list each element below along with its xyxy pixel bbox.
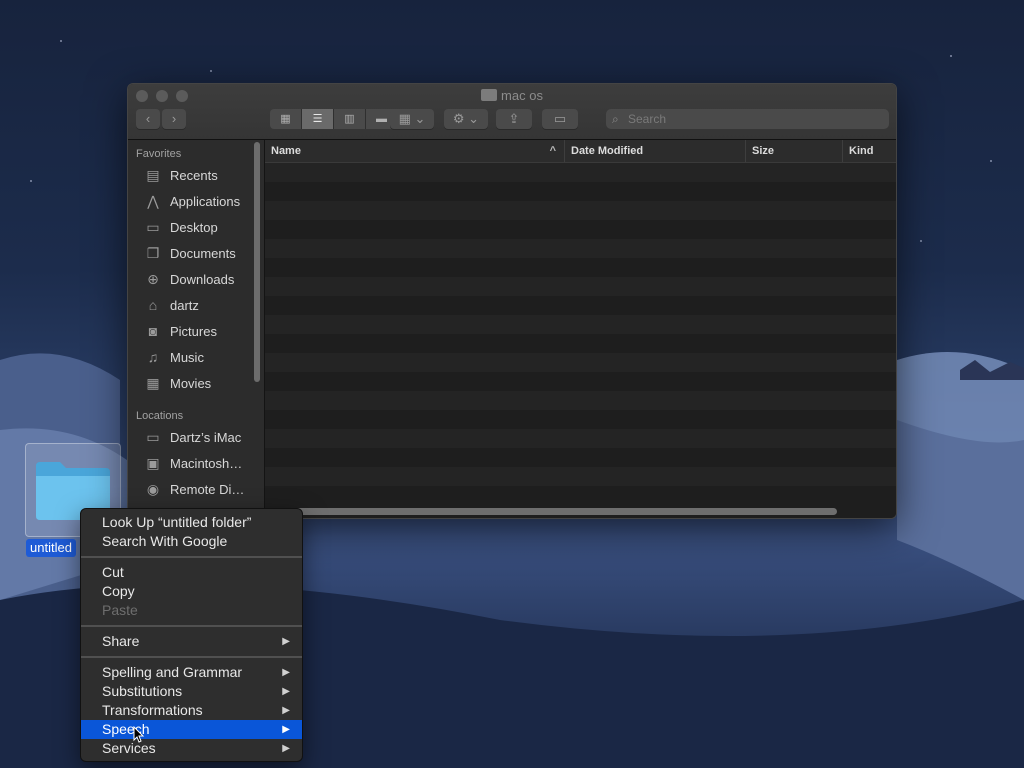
search-icon: ⌕ bbox=[612, 112, 619, 126]
column-header-name[interactable]: Name ^ bbox=[265, 140, 565, 162]
columns-icon: ▥ bbox=[344, 113, 355, 125]
sidebar-item-remote-disc[interactable]: ◉ Remote Di… bbox=[144, 478, 262, 500]
column-header-date-modified[interactable]: Date Modified bbox=[565, 140, 746, 162]
sidebar-item-pictures[interactable]: ◙ Pictures bbox=[144, 320, 262, 342]
submenu-arrow-icon: ▶ bbox=[282, 705, 290, 716]
sidebar: Favorites ▤ Recents ⋀ Applications ▭ Deskto… bbox=[128, 140, 265, 518]
group-by-button[interactable]: ▦ ⌄ bbox=[390, 109, 434, 129]
sidebar-item-recents[interactable]: ▤ Recents bbox=[144, 164, 262, 186]
sidebar-item-applications[interactable]: ⋀ Applications bbox=[144, 190, 262, 212]
music-icon: ♫ bbox=[147, 349, 159, 365]
gear-icon: ⚙ ⌄ bbox=[452, 111, 480, 126]
column-header-kind[interactable]: Kind bbox=[843, 140, 896, 162]
tag-icon: ▭ bbox=[553, 111, 567, 126]
tags-button[interactable]: ▭ bbox=[542, 109, 578, 129]
sidebar-item-downloads[interactable]: ⊕ Downloads bbox=[144, 268, 262, 290]
list-icon: ☰ bbox=[312, 113, 323, 125]
disk-icon: ▣ bbox=[146, 455, 160, 471]
horizontal-scrollbar[interactable] bbox=[295, 508, 837, 515]
sidebar-item-documents[interactable]: ❐ Documents bbox=[144, 242, 262, 264]
menu-item-transformations[interactable]: Transformations ▶ bbox=[81, 701, 302, 720]
view-mode-segmented-control[interactable]: ▦ ☰ ▥ ▬ bbox=[270, 109, 398, 129]
mouse-cursor-icon bbox=[133, 726, 145, 743]
empty-rows bbox=[265, 163, 896, 505]
gallery-icon: ▬ bbox=[376, 113, 387, 125]
submenu-arrow-icon: ▶ bbox=[282, 667, 290, 678]
file-list[interactable]: Name ^ Date Modified Size Kind bbox=[265, 140, 896, 518]
menu-separator bbox=[81, 556, 302, 558]
submenu-arrow-icon: ▶ bbox=[282, 724, 290, 735]
list-view-button[interactable]: ☰ bbox=[302, 109, 334, 129]
menu-item-share[interactable]: Share ▶ bbox=[81, 632, 302, 651]
sort-ascending-icon: ^ bbox=[549, 145, 556, 157]
sidebar-item-dartz[interactable]: ⌂ dartz bbox=[144, 294, 262, 316]
sidebar-item-macintosh-hd[interactable]: ▣ Macintosh… bbox=[144, 452, 262, 474]
column-view-button[interactable]: ▥ bbox=[334, 109, 366, 129]
sidebar-item-desktop[interactable]: ▭ Desktop bbox=[144, 216, 262, 238]
sidebar-item-music[interactable]: ♫ Music bbox=[144, 346, 262, 368]
sidebar-header-locations: Locations bbox=[136, 410, 184, 422]
share-icon: ⇪ bbox=[508, 111, 520, 126]
film-icon: ▦ bbox=[146, 375, 160, 391]
desktop-folder-label[interactable]: untitled bbox=[26, 539, 76, 557]
menu-separator bbox=[81, 656, 302, 658]
context-menu: Look Up “untitled folder” Search With Go… bbox=[80, 508, 303, 762]
search-placeholder: Search bbox=[628, 112, 667, 126]
grid-icon: ▦ bbox=[280, 113, 291, 125]
sidebar-item-imac[interactable]: ▭ Dartz’s iMac bbox=[144, 426, 262, 448]
imac-icon: ▭ bbox=[146, 429, 160, 445]
window-title: mac os bbox=[128, 88, 896, 103]
menu-item-spelling-and-grammar[interactable]: Spelling and Grammar ▶ bbox=[81, 663, 302, 682]
downloads-icon: ⊕ bbox=[147, 271, 159, 287]
home-icon: ⌂ bbox=[148, 297, 158, 313]
sidebar-item-movies[interactable]: ▦ Movies bbox=[144, 372, 262, 394]
menu-item-search-with-google[interactable]: Search With Google bbox=[81, 532, 302, 551]
back-button[interactable]: ‹ bbox=[136, 109, 160, 129]
menu-item-look-up[interactable]: Look Up “untitled folder” bbox=[81, 513, 302, 532]
menu-item-services[interactable]: Services ▶ bbox=[81, 739, 302, 758]
disc-icon: ◉ bbox=[146, 481, 160, 497]
submenu-arrow-icon: ▶ bbox=[282, 686, 290, 697]
search-field[interactable]: ⌕ Search bbox=[606, 109, 889, 129]
applications-icon: ⋀ bbox=[147, 193, 159, 209]
grid-icon: ▦ ⌄ bbox=[398, 111, 426, 126]
submenu-arrow-icon: ▶ bbox=[282, 636, 290, 647]
menu-item-speech[interactable]: Speech ▶ bbox=[81, 720, 302, 739]
sidebar-scrollbar[interactable] bbox=[253, 140, 261, 382]
finder-window[interactable]: mac os ‹ › ▦ ☰ ▥ ▬ ▦ ⌄ ⚙ ⌄ ⇪ ▭ ⌕ Search … bbox=[127, 83, 897, 519]
folder-icon bbox=[481, 89, 498, 101]
menu-item-cut[interactable]: Cut bbox=[81, 563, 302, 582]
share-button[interactable]: ⇪ bbox=[496, 109, 532, 129]
menu-item-substitutions[interactable]: Substitutions ▶ bbox=[81, 682, 302, 701]
camera-icon: ◙ bbox=[148, 323, 158, 339]
menu-separator bbox=[81, 625, 302, 627]
column-header-bar: Name ^ Date Modified Size Kind bbox=[265, 140, 896, 163]
icon-view-button[interactable]: ▦ bbox=[270, 109, 302, 129]
forward-button[interactable]: › bbox=[162, 109, 186, 129]
chevron-right-icon: › bbox=[171, 111, 177, 126]
column-header-size[interactable]: Size bbox=[746, 140, 843, 162]
chevron-left-icon: ‹ bbox=[145, 111, 151, 126]
action-menu-button[interactable]: ⚙ ⌄ bbox=[444, 109, 488, 129]
documents-icon: ❐ bbox=[146, 245, 160, 261]
toolbar: mac os ‹ › ▦ ☰ ▥ ▬ ▦ ⌄ ⚙ ⌄ ⇪ ▭ ⌕ Search bbox=[128, 84, 896, 140]
menu-item-paste: Paste bbox=[102, 602, 138, 618]
desktop-icon: ▭ bbox=[146, 219, 160, 235]
submenu-arrow-icon: ▶ bbox=[282, 743, 290, 754]
clock-icon: ▤ bbox=[146, 167, 160, 183]
menu-item-copy[interactable]: Copy bbox=[81, 582, 302, 601]
sidebar-header-favorites: Favorites bbox=[136, 148, 182, 160]
